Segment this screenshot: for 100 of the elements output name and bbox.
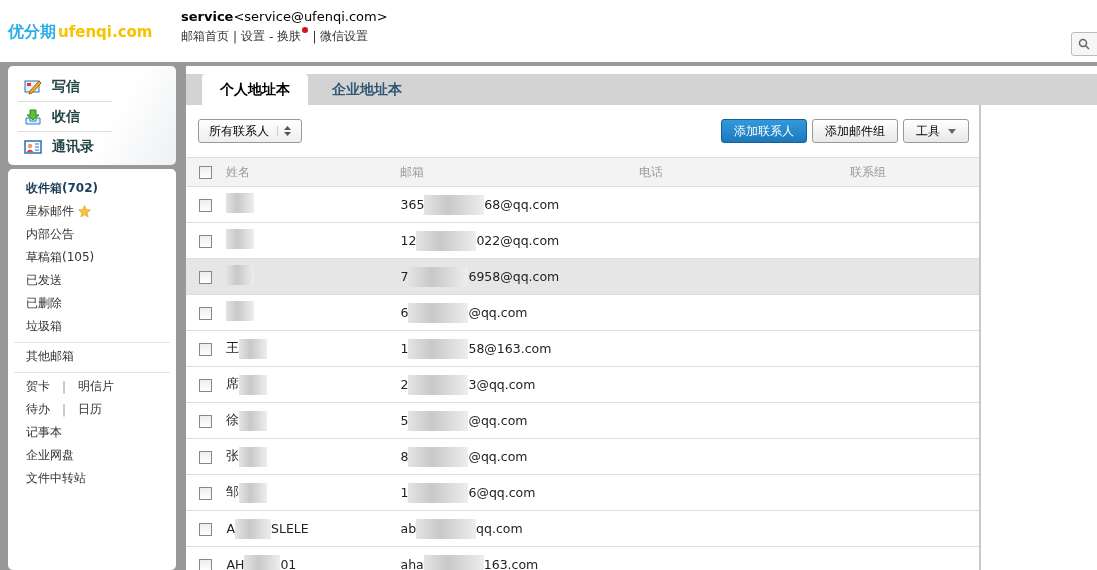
- toolbar-button[interactable]: 添加联系人: [721, 119, 807, 143]
- folder-item[interactable]: 文件中转站: [26, 470, 86, 487]
- contact-row[interactable]: 徐 5 @qq.com: [186, 402, 979, 439]
- contact-row[interactable]: 365 68@qq.com: [186, 186, 979, 223]
- email-fragment: 12: [400, 233, 417, 248]
- contact-row[interactable]: 12 022@qq.com: [186, 222, 979, 259]
- email-fragment: 365: [400, 197, 425, 212]
- caret-icon: [948, 128, 956, 134]
- nav-separator: -: [269, 29, 274, 44]
- filter-dropdown[interactable]: 所有联系人: [198, 119, 302, 143]
- redaction-blur: [408, 338, 469, 359]
- redaction-blur: [408, 446, 469, 467]
- email-fragment: qq.com: [476, 521, 523, 536]
- folder-item[interactable]: 企业网盘: [26, 447, 74, 464]
- folder-item[interactable]: 草稿箱(105): [26, 249, 95, 266]
- folder-item[interactable]: 星标邮件: [26, 203, 74, 220]
- redaction-blur: [226, 193, 255, 213]
- contact-row[interactable]: 席 2 3@qq.com: [186, 366, 979, 403]
- row-checkbox[interactable]: [199, 378, 213, 392]
- row-checkbox[interactable]: [199, 198, 213, 212]
- tab[interactable]: 企业地址本: [312, 74, 422, 105]
- row-checkbox[interactable]: [199, 450, 213, 464]
- email-fragment: @qq.com: [468, 449, 528, 464]
- email-fragment: 8: [400, 449, 409, 464]
- nav-link[interactable]: 设置: [241, 28, 266, 45]
- redaction-blur: [226, 301, 255, 321]
- redaction-blur: [408, 410, 469, 431]
- contact-row[interactable]: 6 @qq.com: [186, 294, 979, 331]
- tab[interactable]: 个人地址本: [202, 74, 308, 105]
- name-fragment: 王: [226, 340, 240, 357]
- sidebar-link[interactable]: 明信片: [78, 378, 115, 395]
- name-fragment: 邹: [226, 484, 240, 501]
- email-fragment: 3@qq.com: [468, 377, 536, 392]
- row-checkbox[interactable]: [199, 270, 213, 284]
- notification-dot: [302, 27, 309, 33]
- compose-icon: [24, 78, 42, 95]
- row-checkbox[interactable]: [199, 558, 213, 570]
- contacts-icon: [24, 138, 42, 155]
- folder-item[interactable]: 内部公告: [26, 226, 74, 243]
- sidebar-link[interactable]: 日历: [78, 401, 103, 418]
- email-fragment: 1: [400, 341, 409, 356]
- nav-separator: |: [312, 29, 317, 44]
- name-fragment: AH: [226, 557, 245, 570]
- email-fragment: 6: [400, 305, 409, 320]
- row-checkbox[interactable]: [199, 342, 213, 356]
- redaction-blur: [408, 374, 469, 395]
- nav-link[interactable]: 微信设置: [320, 28, 369, 45]
- tools-menu-button[interactable]: 工具: [903, 119, 969, 143]
- quick-action[interactable]: 收信: [18, 102, 112, 132]
- redaction-blur: [416, 230, 477, 251]
- row-checkbox[interactable]: [199, 486, 213, 500]
- email-fragment: 1: [400, 485, 409, 500]
- name-fragment: 席: [226, 376, 240, 393]
- nav-link[interactable]: 邮箱首页: [181, 28, 229, 45]
- folder-item[interactable]: 其他邮箱: [26, 348, 74, 365]
- email-fragment: 2: [400, 377, 409, 392]
- name-fragment: 张: [226, 448, 240, 465]
- email-fragment: @qq.com: [468, 413, 528, 428]
- nav-link[interactable]: 换肤: [277, 28, 302, 45]
- row-checkbox[interactable]: [199, 414, 213, 428]
- redaction-blur: [239, 446, 268, 467]
- user-name: service: [181, 9, 234, 24]
- row-checkbox[interactable]: [199, 522, 213, 536]
- email-fragment: 6958@qq.com: [468, 269, 560, 284]
- email-fragment: 58@163.com: [468, 341, 552, 356]
- contact-row[interactable]: 王 1 58@163.com: [186, 330, 979, 367]
- folder-item[interactable]: 已删除: [26, 295, 62, 312]
- nav-separator: |: [233, 29, 238, 44]
- email-fragment: @qq.com: [468, 305, 528, 320]
- folder-item[interactable]: 记事本: [26, 424, 62, 441]
- name-fragment: A: [226, 521, 235, 536]
- logo-name: 优分期: [8, 22, 56, 43]
- search-icon: [1078, 38, 1090, 50]
- redaction-blur: [424, 194, 485, 215]
- select-all-checkbox[interactable]: [199, 166, 213, 179]
- contact-row[interactable]: 邹 1 6@qq.com: [186, 474, 979, 511]
- row-checkbox[interactable]: [199, 306, 213, 320]
- redaction-blur: [416, 518, 477, 539]
- sidebar-link[interactable]: 待办: [26, 401, 50, 418]
- toolbar-button[interactable]: 添加邮件组: [812, 119, 898, 143]
- email-fragment: ab: [400, 521, 417, 536]
- contact-row[interactable]: A SLELE ab qq.com: [186, 510, 979, 547]
- folder-item[interactable]: 已发送: [26, 272, 62, 289]
- sidebar-link[interactable]: 贺卡: [26, 378, 50, 395]
- folder-item[interactable]: 垃圾箱: [26, 318, 62, 335]
- contact-row[interactable]: 7 6958@qq.com: [186, 258, 979, 295]
- redaction-blur: [408, 302, 469, 323]
- email-fragment: 7: [400, 269, 409, 284]
- folder-item[interactable]: 收件箱(702): [26, 180, 99, 197]
- quick-action[interactable]: 写信: [18, 72, 112, 102]
- logo-domain: ufenqi.com: [58, 23, 153, 41]
- redaction-blur: [408, 266, 469, 287]
- quick-action[interactable]: 通讯录: [18, 132, 112, 161]
- row-checkbox[interactable]: [199, 234, 213, 248]
- redaction-blur: [235, 518, 271, 539]
- link-separator: |: [62, 379, 67, 394]
- redaction-blur: [226, 265, 255, 285]
- contact-row[interactable]: AH 01 aha 163.com: [186, 546, 979, 570]
- user-address: <service@ufenqi.com>: [233, 9, 388, 24]
- contact-row[interactable]: 张 8 @qq.com: [186, 438, 979, 475]
